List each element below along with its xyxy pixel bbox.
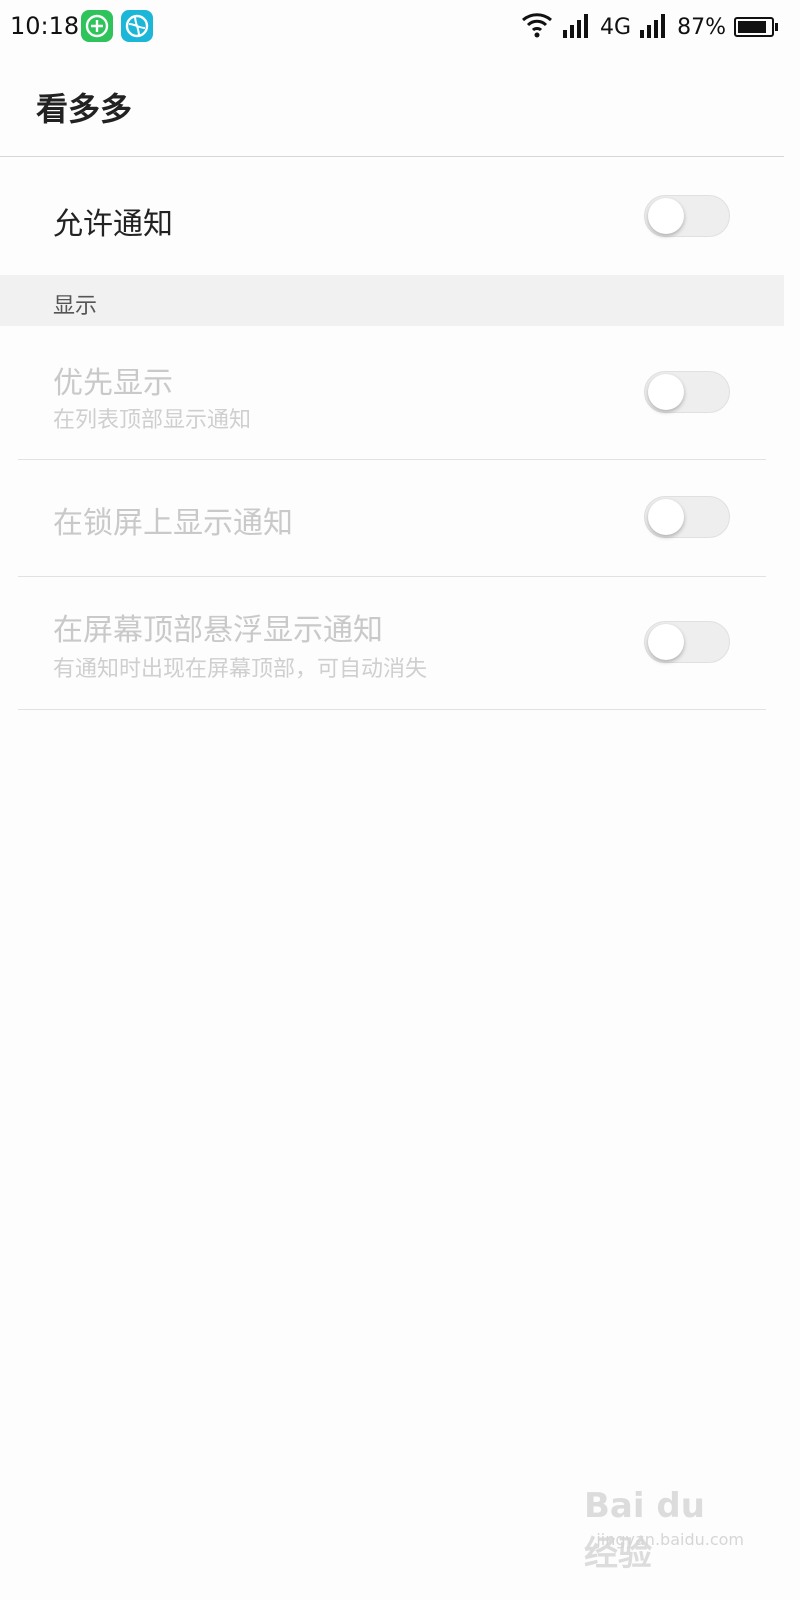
- toggle-knob: [648, 374, 684, 410]
- signal-icon: [562, 12, 592, 42]
- status-right-group: 4G 87%: [520, 10, 778, 44]
- setting-lock-screen[interactable]: 在锁屏上显示通知: [0, 460, 784, 577]
- allow-notifications-label: 允许通知: [53, 207, 173, 242]
- signal-icon: [639, 12, 669, 42]
- priority-display-toggle[interactable]: [644, 371, 730, 413]
- watermark: Bai du 经验 jingyan.baidu.com: [584, 1486, 744, 1574]
- setting-sublabel: 在列表顶部显示通知: [53, 408, 252, 433]
- setting-label: 在锁屏上显示通知: [53, 506, 293, 541]
- allow-notifications-row[interactable]: 允许通知: [0, 157, 784, 275]
- floating-display-toggle[interactable]: [644, 621, 730, 663]
- battery-percent: 87%: [677, 14, 726, 40]
- setting-label: 优先显示: [53, 366, 173, 401]
- toggle-knob: [648, 624, 684, 660]
- wifi-icon: [520, 12, 554, 42]
- setting-sublabel: 有通知时出现在屏幕顶部，可自动消失: [53, 657, 428, 682]
- green-plus-app-icon: [81, 10, 113, 42]
- section-title: 显示: [53, 294, 98, 319]
- lock-screen-toggle[interactable]: [644, 496, 730, 538]
- section-header: 显示: [0, 275, 784, 326]
- header: 看多多: [0, 54, 784, 157]
- battery-icon: [734, 17, 778, 37]
- setting-floating-display[interactable]: 在屏幕顶部悬浮显示通知 有通知时出现在屏幕顶部，可自动消失: [0, 577, 784, 710]
- setting-priority-display[interactable]: 优先显示 在列表顶部显示通知: [0, 326, 784, 460]
- page-title: 看多多: [36, 90, 133, 128]
- status-time: 10:18: [10, 12, 80, 40]
- allow-notifications-toggle[interactable]: [644, 195, 730, 237]
- watermark-sub: jingyan.baidu.com: [596, 1530, 744, 1549]
- blue-ball-app-icon: [121, 10, 153, 42]
- status-bar: 10:18 4G 87%: [0, 0, 784, 54]
- toggle-knob: [648, 198, 684, 234]
- battery-fill: [738, 21, 766, 33]
- toggle-knob: [648, 499, 684, 535]
- network-type: 4G: [600, 14, 632, 40]
- divider: [18, 709, 766, 710]
- setting-label: 在屏幕顶部悬浮显示通知: [53, 613, 383, 648]
